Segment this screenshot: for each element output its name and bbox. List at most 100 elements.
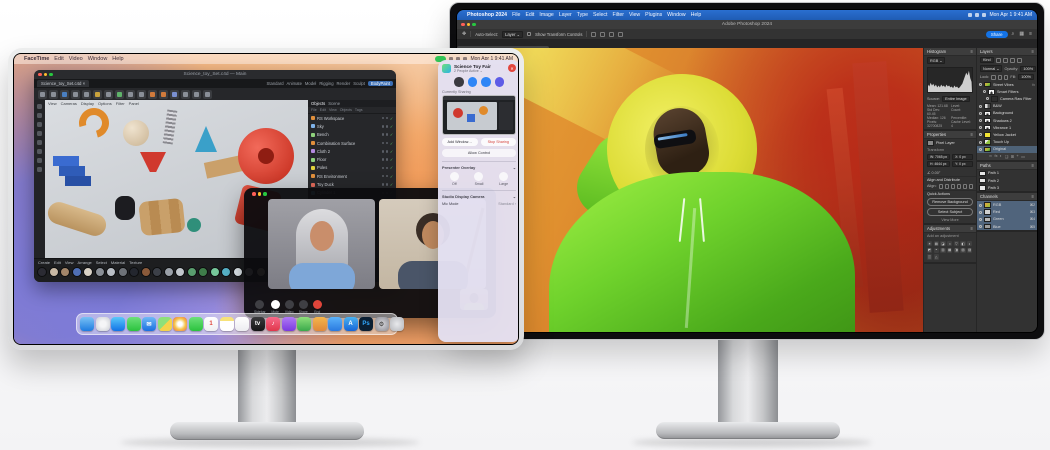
dock-icon[interactable] xyxy=(158,317,172,331)
c4d-tool-icon[interactable] xyxy=(60,90,69,99)
material-menu-item[interactable]: Texture xyxy=(129,260,142,265)
material-swatch[interactable] xyxy=(187,267,197,277)
menu-item[interactable]: File xyxy=(512,12,520,18)
end-call-button[interactable]: ✕ xyxy=(508,64,516,72)
render-dot[interactable] xyxy=(386,183,389,186)
dock-icon[interactable]: ⚙ xyxy=(375,317,389,331)
adjustment-icon[interactable]: ▧ xyxy=(960,248,965,253)
material-swatch[interactable] xyxy=(152,267,162,277)
layers-footer-icon[interactable]: ◐ xyxy=(1000,154,1002,158)
enabled-check-icon[interactable]: ✓ xyxy=(390,141,393,146)
adjustment-icon[interactable]: ▥ xyxy=(940,248,945,253)
menu-item[interactable]: Plugins xyxy=(645,12,662,18)
blend-mode-dropdown[interactable]: Normal ⌄ xyxy=(980,65,1002,72)
dock-icon[interactable]: A xyxy=(344,317,358,331)
add-window-button[interactable]: Add Window… xyxy=(442,138,478,146)
fill-value[interactable]: 100% xyxy=(1018,74,1034,80)
visibility-eye-icon[interactable] xyxy=(979,141,982,144)
viewport-menu-item[interactable]: Panel xyxy=(129,101,139,106)
dock-icon[interactable] xyxy=(127,317,141,331)
call-control-button[interactable] xyxy=(481,77,491,87)
adjustment-icon[interactable]: ▽ xyxy=(954,241,959,246)
close-icon[interactable] xyxy=(252,192,256,196)
menu-item[interactable]: Layer xyxy=(559,12,572,18)
render-dot[interactable] xyxy=(386,133,389,136)
align-top-icon[interactable] xyxy=(618,32,623,37)
menu-item[interactable]: Help xyxy=(691,12,702,18)
adjustment-icon[interactable]: ☀ xyxy=(927,241,932,246)
material-menu-item[interactable]: Material xyxy=(111,260,125,265)
enabled-check-icon[interactable]: ✓ xyxy=(390,165,393,170)
material-swatch[interactable] xyxy=(83,267,93,277)
c4d-tool-icon[interactable] xyxy=(159,90,168,99)
render-dot[interactable] xyxy=(386,158,389,161)
visibility-dot[interactable] xyxy=(382,125,385,128)
render-dot[interactable] xyxy=(386,150,389,153)
dock-icon[interactable] xyxy=(189,317,203,331)
adjustment-icon[interactable]: ◨ xyxy=(954,248,959,253)
call-participants[interactable]: 2 People Active ⌄ xyxy=(454,69,491,73)
dock-icon[interactable] xyxy=(313,317,327,331)
object-row[interactable]: RS Workspace ✓ xyxy=(308,114,396,122)
object-row[interactable]: Poles ✓ xyxy=(308,164,396,172)
enabled-check-icon[interactable]: ✓ xyxy=(390,182,393,187)
auto-select-dropdown[interactable]: Layer ⌄ xyxy=(502,31,523,38)
menu-item[interactable]: Help xyxy=(112,56,123,62)
object-row[interactable]: Cloth 2 ✓ xyxy=(308,147,396,155)
c4d-tool-icon[interactable] xyxy=(137,90,146,99)
enabled-check-icon[interactable]: ✓ xyxy=(390,116,393,121)
material-swatch[interactable] xyxy=(175,267,185,277)
visibility-dot[interactable] xyxy=(382,142,385,145)
visibility-eye-icon[interactable] xyxy=(986,97,989,100)
path-row[interactable]: Path 3 xyxy=(977,184,1037,191)
call-control-button[interactable] xyxy=(454,77,464,87)
c4d-tool-icon[interactable] xyxy=(93,90,102,99)
c4d-side-icon[interactable] xyxy=(37,113,42,118)
filter-kind-dropdown[interactable]: Kind xyxy=(980,57,994,63)
app-menu[interactable]: FaceTime xyxy=(24,56,49,62)
toolbar-icon[interactable]: ⌕ xyxy=(1012,31,1015,37)
align-left-icon[interactable] xyxy=(591,32,596,37)
object-manager-menu-item[interactable]: Edit xyxy=(320,108,326,112)
adjustment-icon[interactable]: ◑ xyxy=(947,241,952,246)
panel-menu-icon[interactable]: ≡ xyxy=(971,49,973,54)
share-button[interactable]: Share xyxy=(986,31,1008,38)
align-v-centers-icon[interactable] xyxy=(963,184,967,189)
layout-tab[interactable]: Render xyxy=(337,81,351,86)
menu-item[interactable]: Window xyxy=(667,12,685,18)
call-control-button[interactable] xyxy=(468,77,478,87)
layer-row[interactable]: Street Vibes fx xyxy=(977,81,1037,88)
layers-footer-icon[interactable]: ⊞ xyxy=(1011,154,1014,159)
object-row[interactable]: Bench ✓ xyxy=(308,131,396,139)
layout-tab[interactable]: Standard xyxy=(267,81,284,86)
material-swatch[interactable] xyxy=(49,267,59,277)
visibility-dot[interactable] xyxy=(382,158,385,161)
adjustment-icon[interactable]: ▦ xyxy=(947,248,952,253)
facetime-control[interactable]: Share xyxy=(299,300,308,314)
align-bottom-edges-icon[interactable] xyxy=(969,184,973,189)
mic-mode-value[interactable]: Standard › xyxy=(498,202,516,206)
facetime-control[interactable]: Video xyxy=(285,300,294,314)
render-dot[interactable] xyxy=(386,167,389,170)
visibility-dot[interactable] xyxy=(382,117,385,120)
c4d-tool-icon[interactable] xyxy=(82,90,91,99)
material-swatch[interactable] xyxy=(72,267,82,277)
layer-row[interactable]: Vibrance 1 xyxy=(977,124,1037,131)
call-control-button[interactable] xyxy=(495,77,505,87)
adjustment-icon[interactable]: ◧ xyxy=(960,241,965,246)
menu-item[interactable]: Edit xyxy=(54,56,63,62)
object-row[interactable]: RS Environment ✓ xyxy=(308,172,396,180)
material-swatch[interactable] xyxy=(164,267,174,277)
overlay-option[interactable]: Large xyxy=(499,172,508,186)
dock-icon[interactable] xyxy=(96,317,110,331)
visibility-dot[interactable] xyxy=(382,183,385,186)
enabled-check-icon[interactable]: ✓ xyxy=(390,132,393,137)
c4d-tool-icon[interactable] xyxy=(203,90,212,99)
align-top-edges-icon[interactable] xyxy=(957,184,961,189)
dock-icon[interactable]: tv xyxy=(251,317,265,331)
c4d-side-icon[interactable] xyxy=(37,167,42,172)
visibility-eye-icon[interactable] xyxy=(979,126,982,129)
align-right-edges-icon[interactable] xyxy=(951,184,955,189)
channel-row[interactable]: Red ⌘3 xyxy=(977,209,1037,216)
layers-footer-icon[interactable]: fx xyxy=(995,154,998,158)
